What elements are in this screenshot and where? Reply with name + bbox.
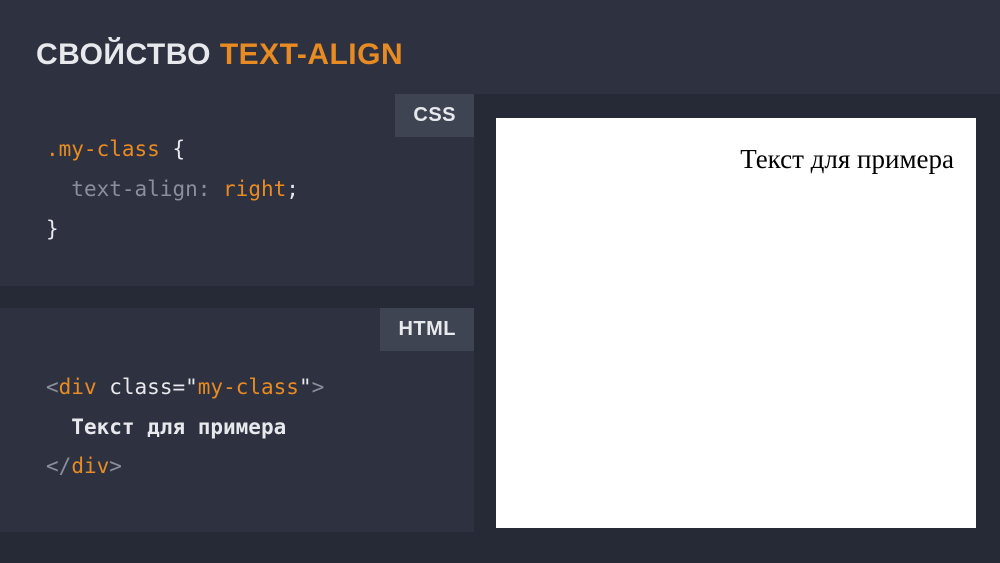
- preview-box: Текст для примера: [496, 118, 976, 528]
- html-slash: /: [59, 454, 72, 478]
- preview-text: Текст для примера: [518, 144, 954, 175]
- preview-column: Текст для примера: [474, 94, 1000, 561]
- html-label: HTML: [380, 308, 474, 351]
- html-panel: HTML <div class="my-class"> Текст для пр…: [0, 308, 474, 533]
- css-property: text-align: [71, 177, 197, 201]
- html-tag-close: div: [71, 454, 109, 478]
- css-brace-open: {: [160, 137, 185, 161]
- html-attr-value: my-class: [198, 375, 299, 399]
- html-lt1: <: [46, 375, 59, 399]
- css-code: .my-class { text-align: right; }: [46, 130, 474, 250]
- code-column: CSS .my-class { text-align: right; } HTM…: [0, 94, 474, 561]
- css-label: CSS: [395, 94, 474, 137]
- html-q1: ": [185, 375, 198, 399]
- title-part1: СВОЙСТВО: [36, 38, 220, 71]
- css-colon: :: [198, 177, 223, 201]
- title-part2: TEXT-ALIGN: [220, 38, 403, 71]
- html-tag-open: div: [59, 375, 97, 399]
- css-value: right: [223, 177, 286, 201]
- css-panel: CSS .my-class { text-align: right; }: [0, 94, 474, 286]
- html-gt1: >: [312, 375, 325, 399]
- html-q2: ": [299, 375, 312, 399]
- css-selector: .my-class: [46, 137, 160, 161]
- html-eq: =: [172, 375, 185, 399]
- html-attr-name: class: [109, 375, 172, 399]
- css-brace-close: }: [46, 217, 59, 241]
- css-semicolon: ;: [286, 177, 299, 201]
- html-gt2: >: [109, 454, 122, 478]
- html-lt2: <: [46, 454, 59, 478]
- slide-title: СВОЙСТВО TEXT-ALIGN: [36, 38, 1000, 72]
- slide-header: СВОЙСТВО TEXT-ALIGN: [0, 0, 1000, 94]
- content-area: CSS .my-class { text-align: right; } HTM…: [0, 94, 1000, 561]
- html-code: <div class="my-class"> Текст для примера…: [46, 368, 474, 488]
- html-inner-text: Текст для примера: [71, 415, 286, 439]
- html-indent: [46, 415, 71, 439]
- css-indent: [46, 177, 71, 201]
